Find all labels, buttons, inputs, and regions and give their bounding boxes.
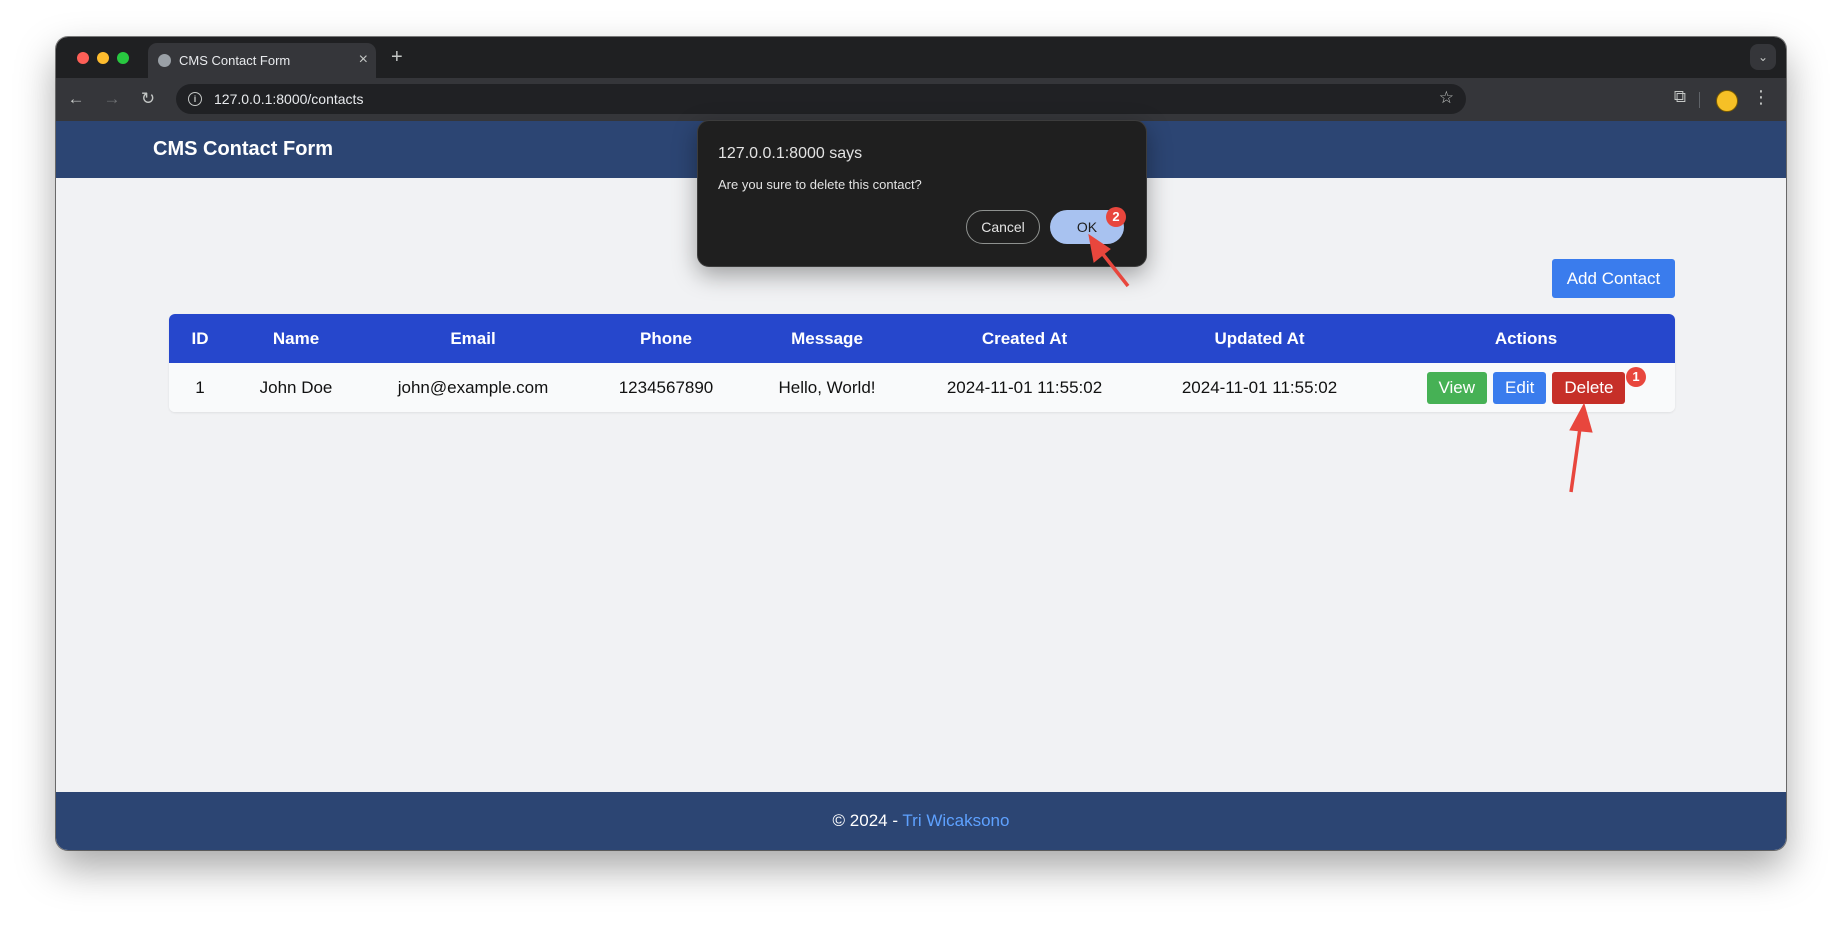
more-menu-icon[interactable]: ⋮ bbox=[1752, 87, 1770, 108]
add-contact-button[interactable]: Add Contact bbox=[1552, 259, 1675, 298]
cell-email: john@example.com bbox=[397, 377, 549, 397]
footer-copyright: © 2024 - bbox=[832, 811, 903, 830]
column-header-actions: Actions bbox=[1494, 328, 1558, 348]
reload-icon[interactable]: ↻ bbox=[136, 87, 160, 111]
profile-avatar-icon[interactable] bbox=[1716, 90, 1738, 112]
footer-author-link[interactable]: Tri Wicaksono bbox=[902, 811, 1009, 830]
title-bar: CMS Contact Form × + ⌄ bbox=[56, 37, 1786, 78]
maximize-window-icon[interactable] bbox=[117, 52, 129, 64]
cell-message: Hello, World! bbox=[778, 377, 876, 397]
tab-close-icon[interactable]: × bbox=[359, 50, 368, 70]
dialog-title: 127.0.0.1:8000 says bbox=[718, 145, 863, 162]
app-footer: © 2024 - Tri Wicaksono bbox=[56, 792, 1786, 850]
cell-name: John Doe bbox=[259, 377, 333, 397]
column-header-phone: Phone bbox=[640, 328, 692, 348]
table-row: 1 John Doe john@example.com 1234567890 H… bbox=[169, 363, 1675, 412]
dialog-cancel-button[interactable]: Cancel bbox=[966, 210, 1040, 244]
column-header-message: Message bbox=[791, 328, 863, 348]
bookmark-star-icon[interactable]: ☆ bbox=[1439, 88, 1454, 108]
column-header-name: Name bbox=[272, 328, 320, 348]
extensions-puzzle-icon[interactable]: ⧉ bbox=[1674, 87, 1686, 107]
delete-button[interactable]: Delete bbox=[1552, 371, 1626, 404]
new-tab-icon[interactable]: + bbox=[391, 45, 403, 69]
cell-created-at: 2024-11-01 11:55:02 bbox=[946, 377, 1103, 397]
back-arrow-icon[interactable]: ← bbox=[64, 87, 88, 111]
close-window-icon[interactable] bbox=[77, 52, 89, 64]
forward-arrow-icon[interactable]: → bbox=[100, 87, 124, 111]
globe-icon bbox=[158, 54, 171, 67]
column-header-email: Email bbox=[450, 328, 496, 348]
address-bar[interactable]: i 127.0.0.1:8000/contacts ☆ bbox=[176, 84, 1466, 114]
column-header-updated-at: Updated At bbox=[1214, 328, 1305, 348]
dialog-message: Are you sure to delete this contact? bbox=[718, 177, 922, 192]
browser-toolbar: ← → ↻ i 127.0.0.1:8000/contacts ☆ ⧉ ⋮ bbox=[56, 78, 1786, 121]
toolbar-divider bbox=[1699, 92, 1700, 108]
cell-updated-at: 2024-11-01 11:55:02 bbox=[1181, 377, 1338, 397]
confirm-dialog: 127.0.0.1:8000 says Are you sure to dele… bbox=[697, 120, 1147, 267]
cell-id: 1 bbox=[195, 377, 205, 397]
minimize-window-icon[interactable] bbox=[97, 52, 109, 64]
annotation-badge-2: 2 bbox=[1106, 207, 1126, 227]
tab-title: CMS Contact Form bbox=[179, 53, 291, 68]
contacts-table: ID Name Email Phone Message Created At U… bbox=[169, 314, 1675, 412]
app-title[interactable]: CMS Contact Form bbox=[153, 138, 333, 161]
column-header-created-at: Created At bbox=[981, 328, 1068, 348]
view-button[interactable]: View bbox=[1426, 371, 1488, 404]
table-header-row: ID Name Email Phone Message Created At U… bbox=[169, 314, 1675, 363]
cell-phone: 1234567890 bbox=[618, 377, 714, 397]
annotation-badge-1: 1 bbox=[1626, 367, 1646, 387]
site-info-icon[interactable]: i bbox=[188, 92, 202, 106]
tab-search-chevron-icon[interactable]: ⌄ bbox=[1750, 44, 1776, 70]
browser-tab[interactable]: CMS Contact Form × bbox=[148, 43, 376, 78]
edit-button[interactable]: Edit bbox=[1493, 371, 1547, 404]
url-text: 127.0.0.1:8000/contacts bbox=[214, 91, 364, 107]
column-header-id: ID bbox=[191, 328, 209, 348]
